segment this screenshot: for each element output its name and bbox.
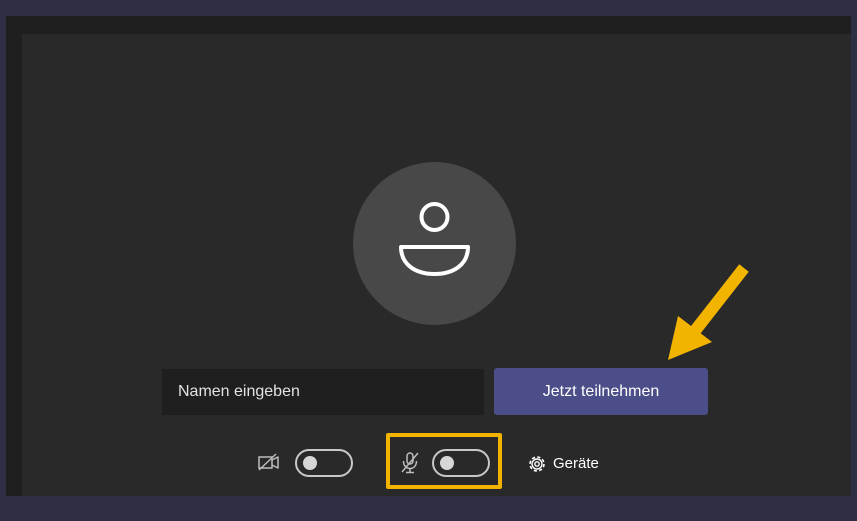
gear-icon[interactable] <box>527 454 547 479</box>
avatar <box>353 162 516 325</box>
camera-toggle-knob <box>303 456 317 470</box>
camera-toggle[interactable] <box>295 449 353 477</box>
app-window: Jetzt teilnehmen Geräte <box>0 0 857 521</box>
name-input[interactable] <box>162 369 484 415</box>
mic-off-icon[interactable] <box>397 450 423 481</box>
microphone-toggle[interactable] <box>432 449 490 477</box>
arrow-annotation <box>668 264 749 360</box>
microphone-toggle-knob <box>440 456 454 470</box>
camera-off-icon[interactable] <box>257 451 281 478</box>
join-now-button[interactable]: Jetzt teilnehmen <box>494 368 708 415</box>
devices-button[interactable]: Geräte <box>553 455 599 472</box>
person-icon <box>399 202 470 276</box>
